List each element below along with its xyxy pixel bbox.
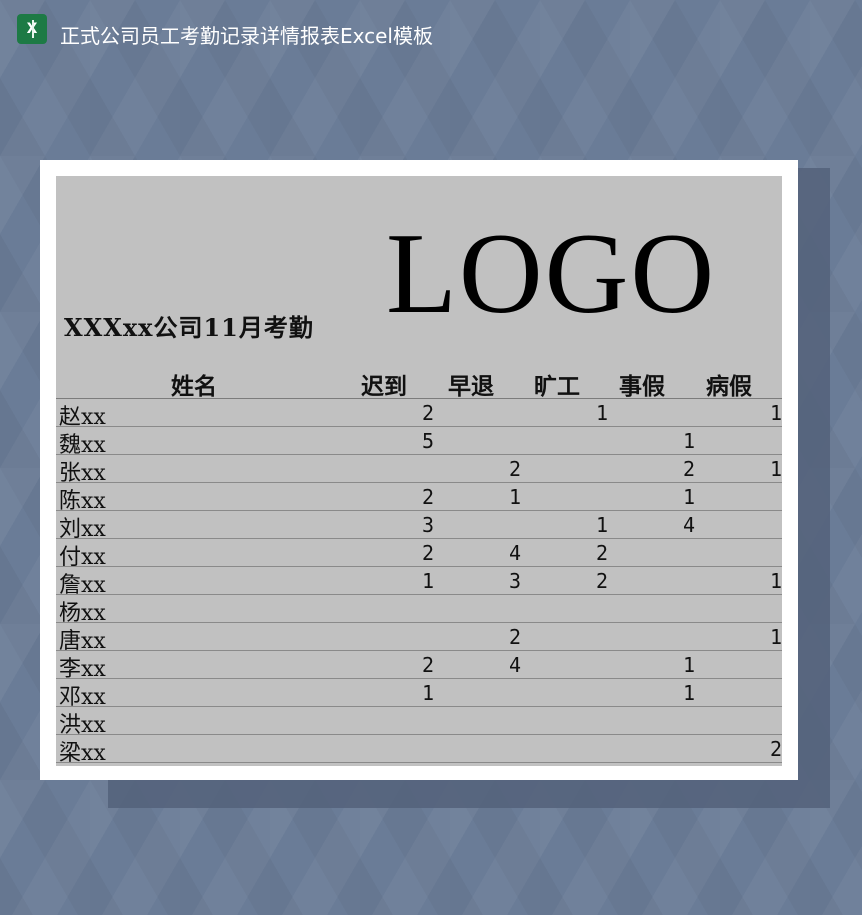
cell-sick: 1	[769, 569, 782, 593]
cell-personal: 1	[682, 681, 695, 705]
cell-early: 2	[508, 625, 521, 649]
cell-late: 1	[421, 569, 434, 593]
cell-absent: 2	[595, 541, 608, 565]
cell-sick: 1	[769, 625, 782, 649]
logo: LOGO	[386, 210, 717, 338]
cell-late: 2	[421, 541, 434, 565]
cell-personal: 1	[682, 485, 695, 509]
excel-icon: X	[17, 14, 47, 44]
header-personal-leave: 事假	[619, 373, 665, 400]
table-row: 邓xx 1 1	[56, 679, 782, 710]
table-row: 付xx 2 4 2	[56, 539, 782, 570]
cell-absent: 1	[595, 401, 608, 425]
header-early: 早退	[448, 373, 494, 400]
cell-personal: 4	[682, 513, 695, 537]
table-row: 詹xx 1 3 2 1	[56, 567, 782, 598]
table-row: 张xx 2 2 1	[56, 455, 782, 486]
cell-sick: 1	[769, 401, 782, 425]
sheet-preview: XXXxx公司11月考勤 LOGO 姓名 迟到 早退 旷工 事假 病假 赵xx 2…	[40, 160, 798, 780]
table-row: 刘xx 3 1 4	[56, 511, 782, 542]
header-sick-leave: 病假	[706, 373, 752, 400]
app-title: 正式公司员工考勤记录详情报表Excel模板	[60, 24, 433, 48]
company-title: XXXxx公司11月考勤	[64, 313, 314, 342]
table-row: 魏xx 5 1	[56, 427, 782, 458]
cell-late: 2	[421, 401, 434, 425]
cell-early: 2	[508, 457, 521, 481]
title-bar: X 正式公司员工考勤记录详情报表Excel模板	[0, 0, 862, 70]
header-late: 迟到	[361, 373, 407, 400]
table-row: 洪xx	[56, 707, 782, 738]
cell-absent: 1	[595, 513, 608, 537]
cell-late: 2	[421, 653, 434, 677]
cell-personal: 1	[682, 653, 695, 677]
table-row: 杨xx	[56, 595, 782, 626]
table-body: 赵xx 2 1 1 魏xx 5 1 张xx 2 2 1 陈xx 2 1 1 刘xx 3 1 4 付xx 2 4 2 詹xx 1 3…	[56, 399, 782, 766]
cell-early: 1	[508, 485, 521, 509]
cell-early: 3	[508, 569, 521, 593]
cell-sick: 2	[769, 737, 782, 761]
attendance-grid: XXXxx公司11月考勤 LOGO 姓名 迟到 早退 旷工 事假 病假 赵xx 2…	[56, 176, 782, 766]
cell-early: 4	[508, 653, 521, 677]
cell-personal: 1	[682, 429, 695, 453]
cell-personal: 2	[682, 457, 695, 481]
cell-late: 1	[421, 681, 434, 705]
header-name: 姓名	[171, 373, 217, 400]
cell-sick: 1	[769, 457, 782, 481]
employee-name: 梁xx	[59, 741, 106, 766]
table-row: 赵xx 2 1 1	[56, 399, 782, 430]
header-absent: 旷工	[534, 373, 580, 400]
cell-absent: 2	[595, 569, 608, 593]
cell-early: 4	[508, 541, 521, 565]
cell-late: 2	[421, 485, 434, 509]
cell-late: 3	[421, 513, 434, 537]
table-row: 唐xx 2 1	[56, 623, 782, 654]
table-row: 李xx 2 4 1	[56, 651, 782, 682]
table-row: 陈xx 2 1 1	[56, 483, 782, 514]
cell-late: 5	[421, 429, 434, 453]
header-row: 姓名 迟到 早退 旷工 事假 病假	[56, 372, 782, 400]
table-row: 梁xx 2	[56, 735, 782, 766]
